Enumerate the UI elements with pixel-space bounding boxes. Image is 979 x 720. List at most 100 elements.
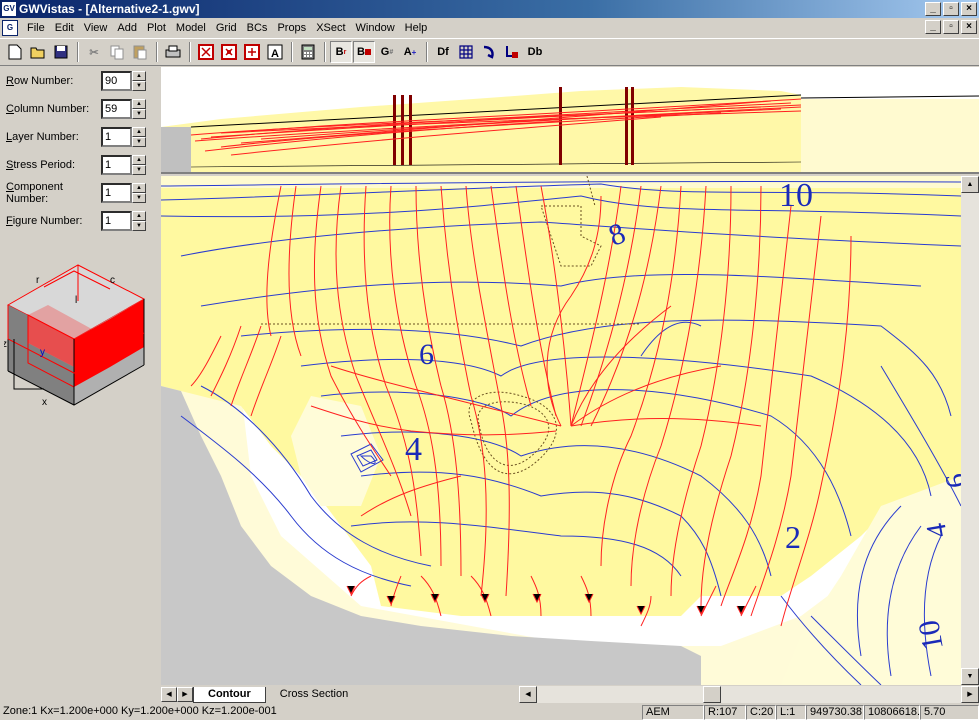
cube-r-label: r — [36, 275, 40, 286]
mdi-restore-button[interactable]: ▫ — [943, 20, 959, 34]
tab-first-arrow-icon[interactable]: ◀ — [161, 687, 177, 702]
document-icon[interactable]: G — [2, 19, 18, 36]
status-head-value: 5.70 — [920, 704, 979, 720]
scroll-left-arrow-icon[interactable]: ◀ — [519, 686, 537, 703]
menu-file[interactable]: File — [22, 22, 50, 34]
paste-icon[interactable] — [129, 41, 151, 63]
figure-number-input[interactable]: 1 — [101, 211, 132, 231]
svg-text:A: A — [271, 48, 279, 60]
mdi-minimize-button[interactable]: _ — [925, 20, 941, 34]
component-up-arrow-icon[interactable]: ▲ — [132, 183, 146, 193]
menu-grid[interactable]: Grid — [211, 22, 242, 34]
cube-x-label: x — [42, 397, 47, 407]
contour-label-6: 6 — [419, 338, 434, 371]
menu-edit[interactable]: Edit — [50, 22, 79, 34]
figure-up-arrow-icon[interactable]: ▲ — [132, 211, 146, 221]
calculator-icon[interactable] — [297, 41, 319, 63]
figure-down-arrow-icon[interactable]: ▼ — [132, 221, 146, 231]
grid-navigation-cube[interactable]: r c l z y x — [4, 259, 150, 407]
layer-number-input[interactable]: 1 — [101, 127, 132, 147]
component-number-field: Component Number: 1 ▲ ▼ — [6, 181, 156, 205]
mdi-close-button[interactable]: × — [961, 20, 977, 34]
b-row-button[interactable]: Br — [330, 41, 352, 63]
layer-up-arrow-icon[interactable]: ▲ — [132, 127, 146, 137]
status-y-coordinate: 10806618.3 — [864, 704, 920, 720]
status-zone: Zone:1 Kx=1.200e+000 Ky=1.200e+000 Kz=1.… — [3, 704, 277, 717]
stress-period-label: Stress Period: — [6, 159, 76, 171]
column-number-label: Column Number: — [6, 103, 90, 115]
contour-label-4: 4 — [405, 431, 422, 468]
figure-number-field: Figure Number: 1 ▲ ▼ — [6, 211, 156, 231]
menu-xsect[interactable]: XSect — [311, 22, 350, 34]
status-layer: L:1 — [776, 704, 806, 720]
open-file-icon[interactable] — [27, 41, 49, 63]
menu-help[interactable]: Help — [400, 22, 433, 34]
pathline-icon[interactable] — [478, 41, 500, 63]
column-down-arrow-icon[interactable]: ▼ — [132, 109, 146, 119]
menu-plot[interactable]: Plot — [142, 22, 171, 34]
component-number-label: Component Number: — [6, 181, 63, 205]
column-number-input[interactable]: 59 — [101, 99, 132, 119]
boundary-icon[interactable] — [501, 41, 523, 63]
figure-number-label: Figure Number: — [6, 215, 83, 227]
contour-map-view[interactable]: 10 8 6 4 2 4 10 6 — [161, 176, 961, 685]
toolbar: ✂ A Br B G # A + Df Db — [0, 38, 979, 66]
status-mode: AEM — [642, 704, 704, 720]
status-row: R:107 — [704, 704, 746, 720]
stress-down-arrow-icon[interactable]: ▼ — [132, 165, 146, 175]
menu-props[interactable]: Props — [272, 22, 311, 34]
grid-icon[interactable] — [455, 41, 477, 63]
vertical-scrollbar[interactable]: ▲ ▼ — [961, 176, 979, 685]
cut-icon[interactable]: ✂ — [83, 41, 105, 63]
component-down-arrow-icon[interactable]: ▼ — [132, 193, 146, 203]
zoom-in-icon[interactable] — [195, 41, 217, 63]
contour-label-2: 2 — [785, 519, 801, 555]
row-down-arrow-icon[interactable]: ▼ — [132, 81, 146, 91]
g-grid-button[interactable]: G # — [376, 41, 398, 63]
close-button[interactable]: × — [961, 2, 977, 16]
component-number-input[interactable]: 1 — [101, 183, 132, 203]
b-col-button[interactable]: B — [353, 41, 375, 63]
cross-section-view[interactable] — [161, 67, 979, 174]
zoom-out-icon[interactable] — [218, 41, 240, 63]
row-number-field: Row Number: 90 ▲ ▼ — [6, 71, 156, 91]
print-icon[interactable] — [162, 41, 184, 63]
menu-add[interactable]: Add — [112, 22, 142, 34]
stress-period-input[interactable]: 1 — [101, 155, 132, 175]
row-up-arrow-icon[interactable]: ▲ — [132, 71, 146, 81]
left-panel: Row Number: 90 ▲ ▼ Column Number: 59 ▲ ▼ Lay… — [0, 67, 160, 685]
layer-down-arrow-icon[interactable]: ▼ — [132, 137, 146, 147]
maximize-button[interactable]: ▫ — [943, 2, 959, 16]
scroll-right-arrow-icon[interactable]: ▶ — [961, 686, 979, 703]
tab-last-arrow-icon[interactable]: ▶ — [177, 687, 193, 702]
a-add-button[interactable]: A + — [399, 41, 421, 63]
column-up-arrow-icon[interactable]: ▲ — [132, 99, 146, 109]
new-file-icon[interactable] — [4, 41, 26, 63]
menu-window[interactable]: Window — [351, 22, 400, 34]
horizontal-scrollbar[interactable]: ◀ ▶ — [519, 686, 979, 703]
db-button[interactable]: Db — [524, 41, 546, 63]
cube-c-label: c — [110, 275, 115, 286]
zoom-full-icon[interactable] — [241, 41, 263, 63]
save-file-icon[interactable] — [50, 41, 72, 63]
app-icon[interactable]: GV — [2, 2, 16, 16]
copy-icon[interactable] — [106, 41, 128, 63]
contour-label-10b: 10 — [912, 618, 950, 653]
tab-contour[interactable]: Contour — [193, 686, 266, 703]
menu-view[interactable]: View — [79, 22, 113, 34]
row-number-input[interactable]: 90 — [101, 71, 132, 91]
tab-cross-section[interactable]: Cross Section — [266, 687, 362, 703]
title-bar: GV GWVistas - [Alternative2-1.gwv] _ ▫ × — [0, 0, 979, 18]
stress-period-field: Stress Period: 1 ▲ ▼ — [6, 155, 156, 175]
df-button[interactable]: Df — [432, 41, 454, 63]
contour-label-10: 10 — [779, 177, 813, 214]
menu-bcs[interactable]: BCs — [242, 22, 273, 34]
minimize-button[interactable]: _ — [925, 2, 941, 16]
scroll-thumb[interactable] — [703, 686, 721, 703]
text-tool-icon[interactable]: A — [264, 41, 286, 63]
scroll-down-arrow-icon[interactable]: ▼ — [961, 668, 979, 685]
stress-up-arrow-icon[interactable]: ▲ — [132, 155, 146, 165]
tab-bar: ◀ ▶ Contour Cross Section ◀ ▶ — [161, 686, 979, 703]
menu-model[interactable]: Model — [171, 22, 211, 34]
scroll-up-arrow-icon[interactable]: ▲ — [961, 176, 979, 193]
